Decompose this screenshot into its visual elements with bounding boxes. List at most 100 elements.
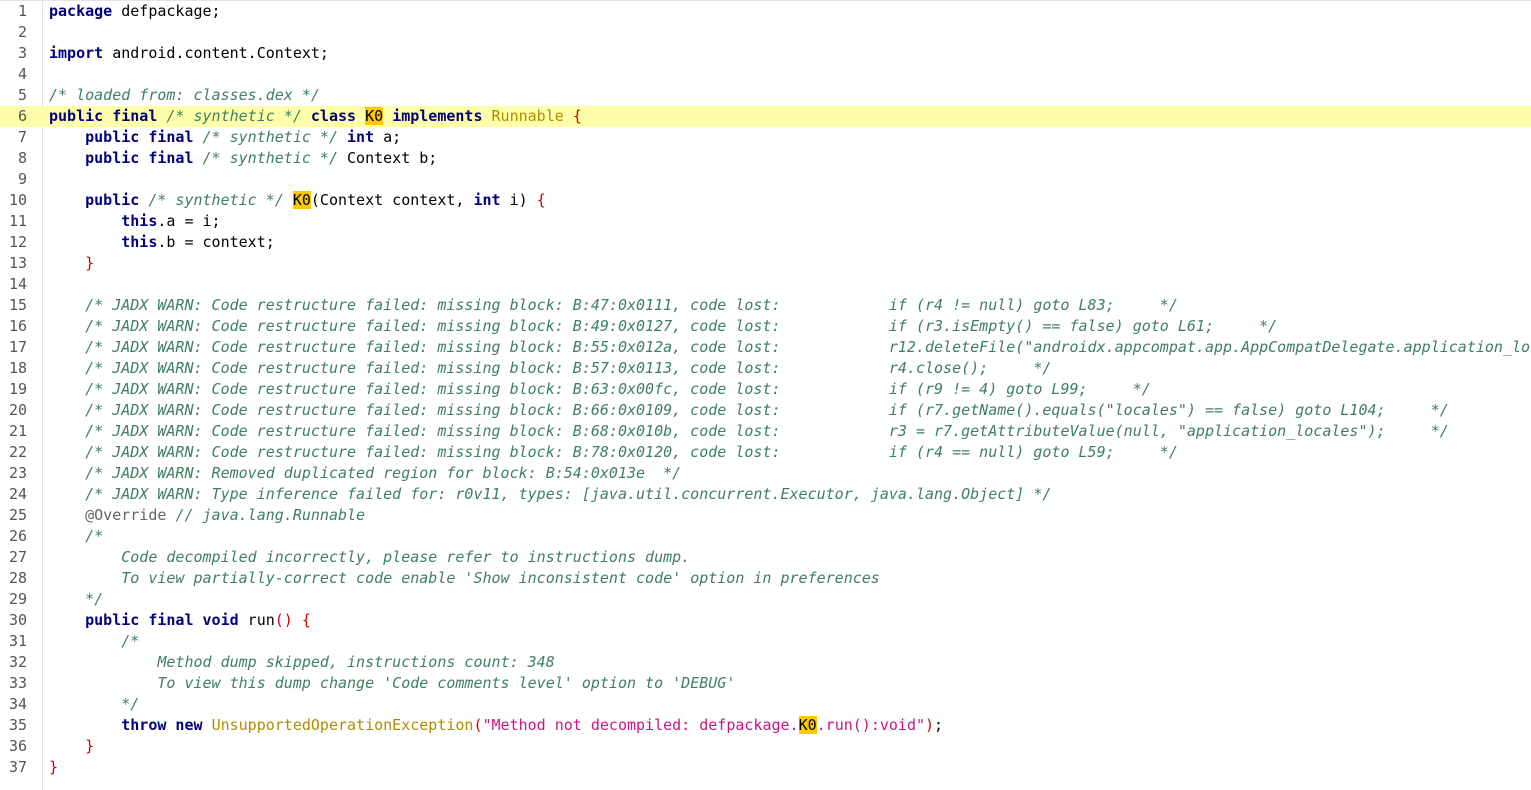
code-line[interactable]: 27 Code decompiled incorrectly, please r… xyxy=(0,547,1531,568)
code-line[interactable]: 14 xyxy=(0,274,1531,295)
comment: /* synthetic */ xyxy=(202,149,338,167)
code-line[interactable]: 13 } xyxy=(0,253,1531,274)
code-line[interactable]: 31 /* xyxy=(0,631,1531,652)
bracket: () { xyxy=(274,611,311,629)
bracket: ) xyxy=(925,716,935,734)
code-line[interactable]: 23 /* JADX WARN: Removed duplicated regi… xyxy=(0,463,1531,484)
comment: /* loaded from: classes.dex */ xyxy=(49,86,320,104)
code-line[interactable]: 30 public final void run() { xyxy=(0,610,1531,631)
comment: /* JADX WARN: Code restructure failed: m… xyxy=(85,338,1531,356)
keyword: this xyxy=(121,212,158,230)
keyword: public xyxy=(85,191,140,209)
code-line[interactable]: 35 throw new UnsupportedOperationExcepti… xyxy=(0,715,1531,736)
line-code: } xyxy=(49,253,94,274)
code-line[interactable]: 37} xyxy=(0,757,1531,778)
line-number: 12 xyxy=(8,233,27,251)
code-line[interactable]: 8 public final /* synthetic */ Context b… xyxy=(0,148,1531,169)
code-line[interactable]: 9 xyxy=(0,169,1531,190)
line-number: 5 xyxy=(17,86,27,104)
class-name: Runnable xyxy=(491,107,564,125)
code-line[interactable]: 6 public final /* synthetic */ class K0 i… xyxy=(0,106,1531,127)
line-number: 6 xyxy=(17,107,27,125)
code-text: (Context context, xyxy=(310,191,474,209)
code-line[interactable]: 12 this.b = context; xyxy=(0,232,1531,253)
code-line[interactable]: 32 Method dump skipped, instructions cou… xyxy=(0,652,1531,673)
bracket: ( xyxy=(473,716,483,734)
keyword: public final xyxy=(49,107,158,125)
keyword: class xyxy=(310,107,357,125)
code-line[interactable]: 34 */ xyxy=(0,694,1531,715)
string-literal: .run():void" xyxy=(816,716,926,734)
code-line[interactable]: 3 import android.content.Context; xyxy=(0,43,1531,64)
line-code: Code decompiled incorrectly, please refe… xyxy=(49,547,690,568)
code-line[interactable]: 1 package defpackage; xyxy=(0,1,1531,22)
code-line[interactable]: 24 /* JADX WARN: Type inference failed f… xyxy=(0,484,1531,505)
line-number: 32 xyxy=(8,653,27,671)
line-number: 20 xyxy=(8,401,27,419)
comment: */ xyxy=(85,590,104,608)
line-number: 29 xyxy=(8,590,27,608)
code-line[interactable]: 29 */ xyxy=(0,589,1531,610)
code-line[interactable]: 16 /* JADX WARN: Code restructure failed… xyxy=(0,316,1531,337)
bracket: } xyxy=(85,254,95,272)
code-line[interactable]: 18 /* JADX WARN: Code restructure failed… xyxy=(0,358,1531,379)
line-code: /* xyxy=(49,526,103,547)
line-code: public final void run() { xyxy=(49,610,311,631)
code-line[interactable]: 26 /* xyxy=(0,526,1531,547)
code-line[interactable]: 33 To view this dump change 'Code commen… xyxy=(0,673,1531,694)
code-line[interactable]: 22 /* JADX WARN: Code restructure failed… xyxy=(0,442,1531,463)
line-number: 23 xyxy=(8,464,27,482)
search-highlight: K0 xyxy=(365,107,384,125)
code-line[interactable]: 20 /* JADX WARN: Code restructure failed… xyxy=(0,400,1531,421)
code-line[interactable]: 25 @Override // java.lang.Runnable xyxy=(0,505,1531,526)
comment: */ xyxy=(121,695,140,713)
line-number: 17 xyxy=(8,338,27,356)
line-code: throw new UnsupportedOperationException(… xyxy=(49,715,943,736)
code-line[interactable]: 4 xyxy=(0,64,1531,85)
code-line[interactable]: 2 xyxy=(0,22,1531,43)
code-line[interactable]: 17 /* JADX WARN: Code restructure failed… xyxy=(0,337,1531,358)
code-line[interactable]: 7 public final /* synthetic */ int a; xyxy=(0,127,1531,148)
line-number: 16 xyxy=(8,317,27,335)
line-number: 25 xyxy=(8,506,27,524)
comment: /* JADX WARN: Code restructure failed: m… xyxy=(85,296,1178,314)
line-code: public /* synthetic */ K0(Context contex… xyxy=(49,190,546,211)
keyword: package xyxy=(49,2,113,20)
line-number: 15 xyxy=(8,296,27,314)
bracket: { xyxy=(572,107,582,125)
comment: /* JADX WARN: Code restructure failed: m… xyxy=(85,401,1449,419)
type-keyword: int xyxy=(347,128,375,146)
keyword: this xyxy=(121,233,158,251)
code-editor[interactable]: 1 package defpackage; 2 3 import android.con… xyxy=(0,0,1531,790)
code-text: a; xyxy=(374,128,402,146)
code-line[interactable]: 10 public /* synthetic */ K0(Context con… xyxy=(0,190,1531,211)
code-line[interactable]: 19 /* JADX WARN: Code restructure failed… xyxy=(0,379,1531,400)
code-line[interactable]: 5 /* loaded from: classes.dex */ xyxy=(0,85,1531,106)
code-line[interactable]: 36 } xyxy=(0,736,1531,757)
line-number: 13 xyxy=(8,254,27,272)
line-number: 11 xyxy=(8,212,27,230)
line-code: /* JADX WARN: Code restructure failed: m… xyxy=(49,316,1277,337)
code-text: .b = context; xyxy=(157,233,275,251)
code-line[interactable]: 11 this.a = i; xyxy=(0,211,1531,232)
code-line[interactable]: 15 /* JADX WARN: Code restructure failed… xyxy=(0,295,1531,316)
code-line[interactable]: 28 To view partially-correct code enable… xyxy=(0,568,1531,589)
code-text: ; xyxy=(934,716,944,734)
code-line[interactable]: 21 /* JADX WARN: Code restructure failed… xyxy=(0,421,1531,442)
comment: /* xyxy=(85,527,104,545)
